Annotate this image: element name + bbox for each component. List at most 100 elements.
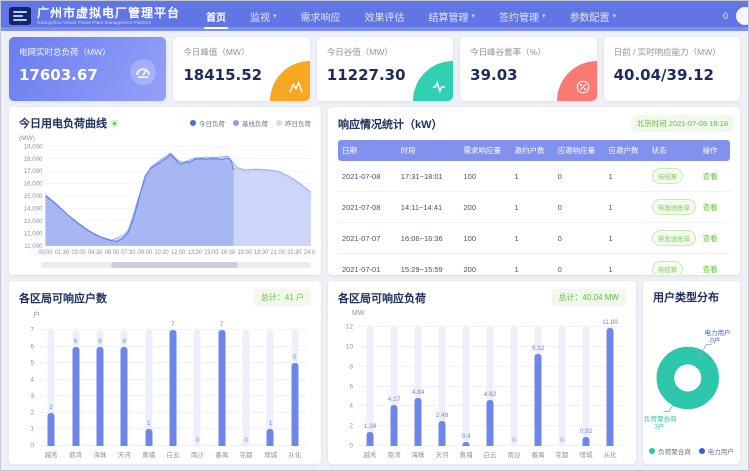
callout-aggregator-label: 负荷聚合商 [644,413,677,422]
bar-fill [48,413,55,446]
response-panel-head: 响应情况统计（kW） 北京时间 2021-07-08 18:18 [328,107,740,134]
nav-item-5[interactable]: 签约管理▾ [487,1,558,31]
legend-dot-icon [699,448,705,454]
x-axis-label: 番禺 [532,449,545,459]
svg-text:12,000: 12,000 [24,230,43,237]
kpi-card-0: 电网实时总负荷（MW）17603.67 [9,37,166,101]
bar-海珠: 6海珠 [88,330,112,446]
bar-黄埔: 1黄埔 [136,330,160,446]
bar-天河: 2.49天河 [430,327,454,446]
bar-花都: 0花都 [234,330,258,446]
bar-track [243,330,250,446]
view-link[interactable]: 查看 [703,234,718,243]
nav-item-3[interactable]: 效果评估 [353,1,417,31]
legend-label: 昨日负荷 [285,118,311,128]
column-header: 邀约户数 [510,140,553,161]
user-type-donut-chart: 电力用户 0户 负荷聚合商 3户 [643,307,740,446]
table-row: 2021-07-0716:06~16:36100101待发送账单查看 [338,223,730,254]
bar-track [463,327,470,446]
chart-zoom-handle[interactable] [111,262,238,269]
nav-item-4[interactable]: 结算管理▾ [417,1,488,31]
svg-text:03:00: 03:00 [72,250,86,256]
view-link[interactable]: 查看 [703,203,718,212]
bar-fill [169,330,176,446]
y-axis-tick: 1 [30,426,34,433]
bar-value-label: 6 [122,338,126,345]
svg-text:24:00: 24:00 [304,250,315,256]
app-logo-icon [9,7,31,25]
bar-fill [267,429,274,446]
user-type-panel: 用户类型分布 电力用户 0户 负荷聚合商 3户 负荷聚合商电力用户 [643,281,740,464]
svg-text:16:30: 16:30 [221,250,235,256]
households-unit-label: 户 [33,310,321,320]
bar-fill [535,354,542,446]
svg-text:19:30: 19:30 [254,250,268,256]
nav-item-6[interactable]: 参数配置▾ [558,1,629,31]
svg-text:15:00: 15:00 [204,250,218,256]
load-area-chart: 11,00012,00013,00014,00015,00016,00017,0… [13,142,315,261]
svg-text:13:30: 13:30 [188,250,202,256]
bar-fill [607,328,614,446]
svg-text:15,000: 15,000 [24,193,43,200]
table-cell: 17:31~18:01 [397,161,460,192]
table-cell: 1 [510,223,553,254]
svg-text:17,000: 17,000 [24,168,43,175]
bar-value-label: 2 [49,404,53,411]
column-header: 日期 [338,140,397,161]
donut-legend-item-0[interactable]: 负荷聚合商 [649,446,691,456]
bottom-row: 各区局可响应户数 总计：41 户 户 012345672越秀6荔湾6海珠6天河1… [9,281,740,464]
y-axis-tick: 3 [30,393,34,400]
y-axis-tick: 4 [30,376,34,383]
status-badge: 待发送账单 [652,230,697,246]
chevron-down-icon: ▾ [273,12,277,20]
response-panel-title: 响应情况统计（kW） [338,116,443,132]
user-avatar[interactable] [736,7,749,25]
bar-value-label: 0 [512,437,516,444]
chevron-down-icon: ▾ [542,12,546,20]
x-axis-label: 荔湾 [388,449,401,459]
legend-item-0[interactable]: 今日负荷 [190,118,225,128]
load-chart: 11,00012,00013,00014,00015,00016,00017,0… [9,142,321,261]
bar-fill [291,363,298,446]
nav-item-0[interactable]: 首页 [194,1,238,31]
bar-南沙: 0南沙 [502,327,526,446]
beijing-time-badge: 北京时间 2021-07-08 18:18 [631,115,734,132]
kpi-row: 电网实时总负荷（MW）17603.67今日峰值（MW）18415.52今日谷值（… [9,37,740,101]
bar-value-label: 4.84 [412,389,425,396]
district-load-total-badge: 总计：40.04 MW [552,289,626,306]
notification-count[interactable]: 0 [723,11,728,21]
load-chart-unit: (MW) [19,135,321,142]
legend-item-2[interactable]: 昨日负荷 [276,118,311,128]
chart-zoom-scrollbar[interactable] [41,262,311,269]
nav-item-1[interactable]: 监视▾ [238,1,289,31]
x-axis-label: 天河 [118,449,131,459]
app-title-block: 广州市虚拟电厂管理平台 Guangzhou Virtual Power Plan… [37,7,180,26]
legend-label: 基线负荷 [242,118,268,128]
legend-dot-icon [276,120,282,126]
bar-越秀: 1.39越秀 [358,327,382,446]
view-link[interactable]: 查看 [703,265,718,274]
load-panel-title: 今日用电负荷曲线 [19,115,107,131]
bar-南沙: 0南沙 [185,330,209,446]
bar-天河: 6天河 [112,330,136,446]
svg-text:18,000: 18,000 [24,156,43,163]
view-link[interactable]: 查看 [703,172,718,181]
bar-fill [391,405,398,446]
bar-fill [72,347,79,446]
y-axis-tick: 12 [346,324,353,331]
bar-番禺: 9.32番禺 [526,327,550,446]
callout-power-user-label: 电力用户 [705,328,731,337]
donut-ring-aggregator [665,355,710,400]
donut-legend-item-1[interactable]: 电力用户 [699,446,734,456]
x-axis-label: 花都 [240,449,253,459]
legend-item-1[interactable]: 基线负荷 [233,118,268,128]
bar-value-label: 0 [560,437,564,444]
x-axis-label: 天河 [436,449,449,459]
table-cell: 16:06~16:36 [397,223,460,254]
bar-fill [415,398,422,446]
bar-fill [583,437,590,446]
nav-item-2[interactable]: 需求响应 [289,1,353,31]
column-header: 需求响应量 [460,140,511,161]
bar-fill [121,347,128,446]
bar-value-label: 0.92 [580,428,593,435]
